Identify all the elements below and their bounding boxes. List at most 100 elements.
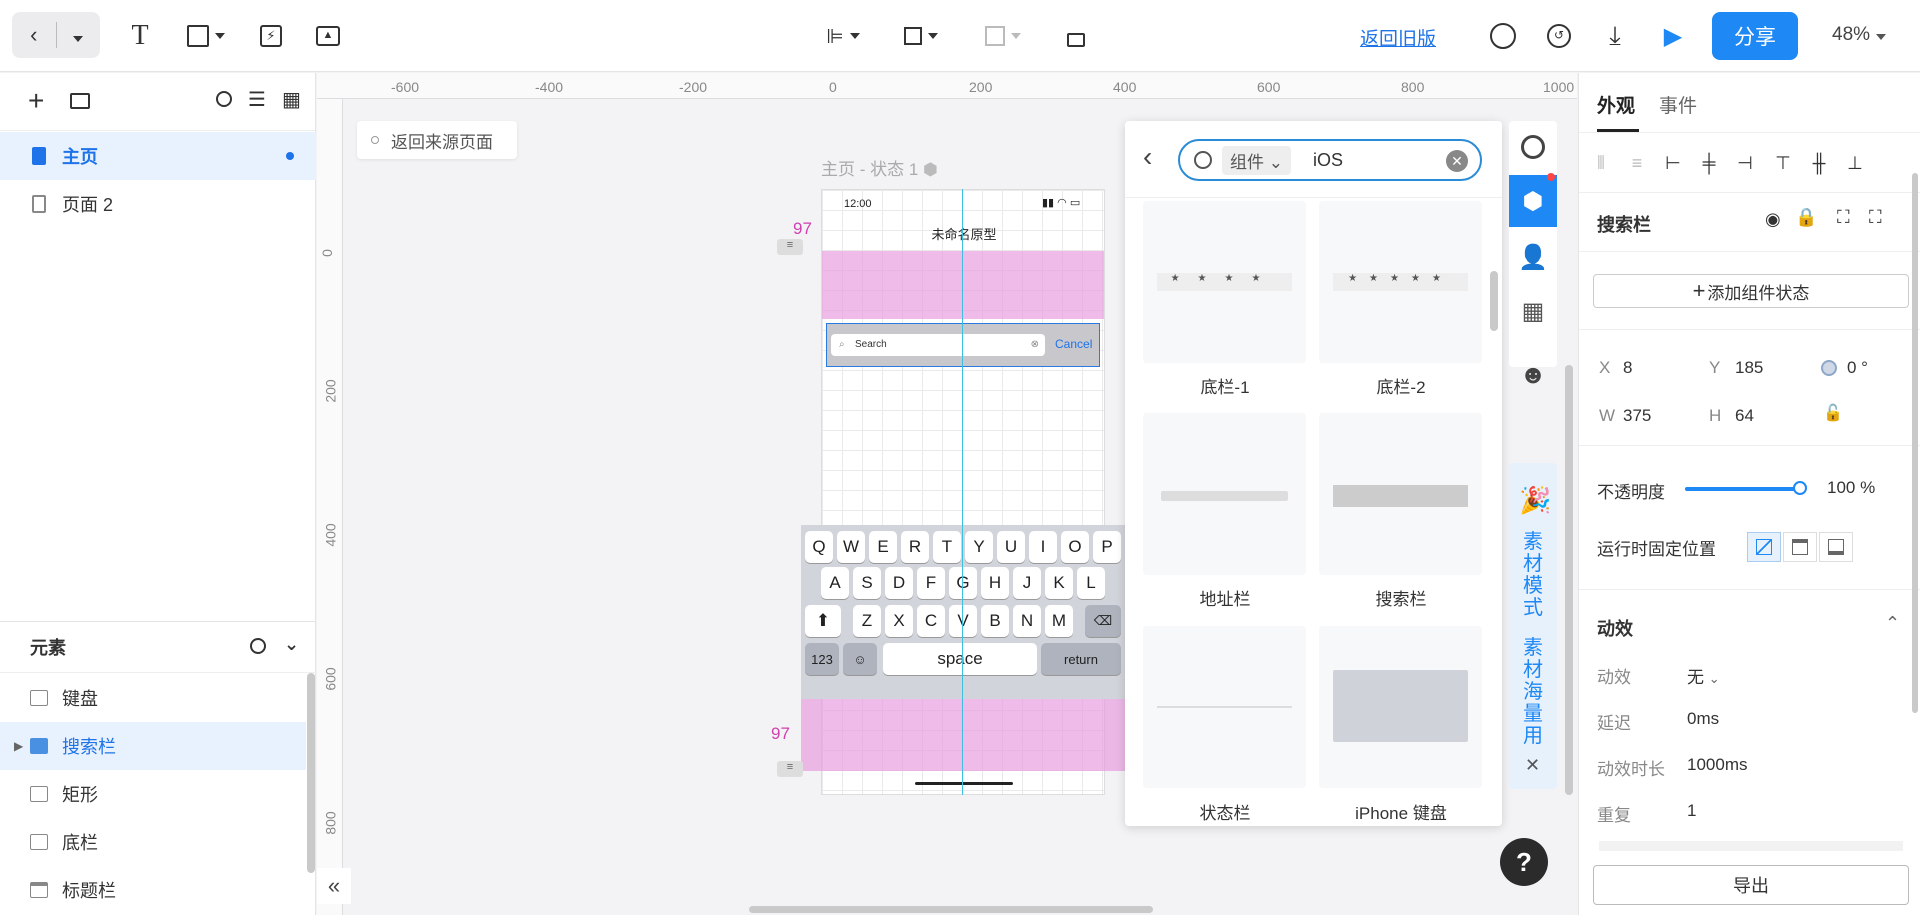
key-w[interactable]: W bbox=[837, 531, 865, 563]
clear-icon[interactable]: ⊗ bbox=[1031, 334, 1039, 356]
component-cube-icon[interactable]: ⬢ bbox=[1509, 175, 1557, 227]
key-x[interactable]: X bbox=[885, 605, 913, 637]
emoji-icon[interactable]: ☻ bbox=[1509, 350, 1557, 398]
key-z[interactable]: Z bbox=[853, 605, 881, 637]
distribute-v-icon[interactable]: ≡ bbox=[1627, 153, 1647, 173]
duration-field[interactable]: 1000ms bbox=[1687, 755, 1747, 775]
download-icon[interactable]: ⤓ bbox=[1600, 16, 1630, 56]
page-item-home[interactable]: 主页 bbox=[0, 132, 316, 180]
element-item-rectangle[interactable]: 矩形 bbox=[0, 770, 306, 818]
component-tool-icon[interactable]: ⚡ bbox=[258, 16, 284, 56]
component-card-searchbar[interactable] bbox=[1319, 413, 1482, 575]
element-item-searchbar[interactable]: ▶ 搜索栏 bbox=[0, 722, 306, 770]
key-a[interactable]: A bbox=[821, 567, 849, 599]
key-f[interactable]: F bbox=[917, 567, 945, 599]
export-button[interactable]: 导出 bbox=[1593, 865, 1909, 905]
help-button[interactable]: ? bbox=[1500, 838, 1548, 886]
target-icon[interactable] bbox=[1509, 121, 1557, 173]
group-menu-icon[interactable] bbox=[980, 16, 1026, 56]
add-page-icon[interactable]: + bbox=[28, 85, 44, 117]
height-field[interactable]: 64 bbox=[1735, 406, 1754, 426]
key-p[interactable]: P bbox=[1093, 531, 1121, 563]
return-key[interactable]: return bbox=[1041, 643, 1121, 675]
key-o[interactable]: O bbox=[1061, 531, 1089, 563]
component-card-iphone-keyboard[interactable] bbox=[1319, 626, 1482, 788]
search-icon[interactable] bbox=[250, 638, 266, 654]
align-right-icon[interactable]: ⊣ bbox=[1735, 153, 1755, 173]
distribute-h-icon[interactable]: ⦀ bbox=[1591, 153, 1611, 173]
comment-icon[interactable]: ≡ bbox=[777, 239, 803, 255]
key-n[interactable]: N bbox=[1013, 605, 1041, 637]
align-menu-icon[interactable]: ⊫ bbox=[820, 16, 866, 56]
delay-field[interactable]: 0ms bbox=[1687, 709, 1719, 729]
fullscreen-icon[interactable]: ⛶ bbox=[1869, 207, 1882, 228]
collapse-panel-icon[interactable]: « bbox=[317, 868, 351, 904]
element-item-keyboard[interactable]: 键盘 bbox=[0, 674, 306, 722]
key-c[interactable]: C bbox=[917, 605, 945, 637]
key-y[interactable]: Y bbox=[965, 531, 993, 563]
search-icon[interactable] bbox=[216, 91, 232, 107]
material-mode-banner[interactable]: 🎉 素材模式 素材海量用 ✕ bbox=[1509, 463, 1557, 789]
component-card-bottombar-2[interactable]: ★★★★★ bbox=[1319, 201, 1482, 363]
component-name[interactable]: 搜索栏 bbox=[1597, 211, 1651, 237]
keyboard-component[interactable]: QWERTYUIOP ASDFGHJKL ⬆ ZXCVBNM ⌫ 123☺spaceret… bbox=[801, 525, 1125, 699]
search-field[interactable]: Search ⌕ ⊗ bbox=[831, 334, 1045, 356]
key-b[interactable]: B bbox=[981, 605, 1009, 637]
eye-icon[interactable]: ◉ bbox=[1765, 209, 1781, 230]
width-field[interactable]: 375 bbox=[1623, 406, 1651, 426]
properties-scrollbar[interactable] bbox=[1912, 173, 1918, 713]
close-icon[interactable]: ✕ bbox=[1525, 755, 1540, 776]
back-arrow-icon[interactable]: ‹ bbox=[12, 22, 56, 48]
component-card-bottombar-1[interactable]: ★★★★ bbox=[1143, 201, 1306, 363]
lock-icon[interactable] bbox=[1062, 16, 1090, 56]
folder-icon[interactable] bbox=[70, 93, 90, 109]
number-key[interactable]: 123 bbox=[805, 643, 839, 675]
component-card-statusbar[interactable] bbox=[1143, 626, 1306, 788]
align-bottom-icon[interactable]: ⊥ bbox=[1845, 153, 1865, 173]
clear-search-icon[interactable]: ✕ bbox=[1446, 150, 1468, 172]
sort-icon[interactable]: ☰ bbox=[248, 87, 266, 112]
animation-select[interactable]: 无 ⌄ bbox=[1687, 663, 1720, 688]
fix-none-button[interactable] bbox=[1747, 532, 1781, 562]
opacity-value[interactable]: 100 % bbox=[1827, 478, 1875, 498]
key-h[interactable]: H bbox=[981, 567, 1009, 599]
back-to-source-button[interactable]: 返回来源页面 bbox=[357, 121, 517, 159]
chevron-down-icon[interactable] bbox=[57, 22, 101, 48]
aspect-lock-icon[interactable]: 🔓 bbox=[1823, 403, 1843, 423]
back-button-group[interactable]: ‹ bbox=[12, 12, 100, 58]
settings-icon[interactable]: ⬢ bbox=[923, 160, 938, 179]
cancel-link[interactable]: Cancel bbox=[1055, 337, 1092, 351]
key-m[interactable]: M bbox=[1045, 605, 1073, 637]
tab-events[interactable]: 事件 bbox=[1659, 91, 1697, 118]
key-l[interactable]: L bbox=[1077, 567, 1105, 599]
key-g[interactable]: G bbox=[949, 567, 977, 599]
image-tool-icon[interactable]: ▲ bbox=[314, 16, 342, 56]
key-u[interactable]: U bbox=[997, 531, 1025, 563]
user-icon[interactable] bbox=[1488, 16, 1518, 56]
key-j[interactable]: J bbox=[1013, 567, 1041, 599]
key-q[interactable]: Q bbox=[805, 531, 833, 563]
emoji-key[interactable]: ☺ bbox=[843, 643, 877, 675]
fix-bottom-button[interactable] bbox=[1819, 532, 1853, 562]
opacity-slider-knob[interactable] bbox=[1793, 481, 1807, 495]
x-field[interactable]: 8 bbox=[1623, 358, 1632, 378]
searchbar-component[interactable]: Search ⌕ ⊗ Cancel bbox=[826, 323, 1100, 367]
comment-icon[interactable]: ≡ bbox=[777, 761, 803, 777]
fix-top-button[interactable] bbox=[1783, 532, 1817, 562]
filter-chip[interactable]: 组件 ⌄ bbox=[1222, 145, 1291, 175]
template-icon[interactable]: ▦ bbox=[1509, 285, 1557, 337]
grid-view-icon[interactable]: ▦ bbox=[282, 87, 301, 112]
play-icon[interactable]: ▶ bbox=[1658, 16, 1688, 56]
align-top-icon[interactable]: ⊤ bbox=[1773, 153, 1793, 173]
align-left-icon[interactable]: ⊢ bbox=[1663, 153, 1683, 173]
share-button[interactable]: 分享 bbox=[1712, 12, 1798, 60]
caret-right-icon[interactable]: ▶ bbox=[14, 739, 23, 753]
element-item-titlebar[interactable]: 标题栏 bbox=[0, 866, 306, 914]
tab-appearance[interactable]: 外观 bbox=[1597, 91, 1635, 118]
key-i[interactable]: I bbox=[1029, 531, 1057, 563]
align-center-h-icon[interactable]: ╪ bbox=[1699, 153, 1719, 173]
rotation-field[interactable]: 0 ° bbox=[1847, 358, 1868, 378]
zoom-level[interactable]: 48% bbox=[1832, 24, 1887, 46]
key-k[interactable]: K bbox=[1045, 567, 1073, 599]
y-field[interactable]: 185 bbox=[1735, 358, 1763, 378]
